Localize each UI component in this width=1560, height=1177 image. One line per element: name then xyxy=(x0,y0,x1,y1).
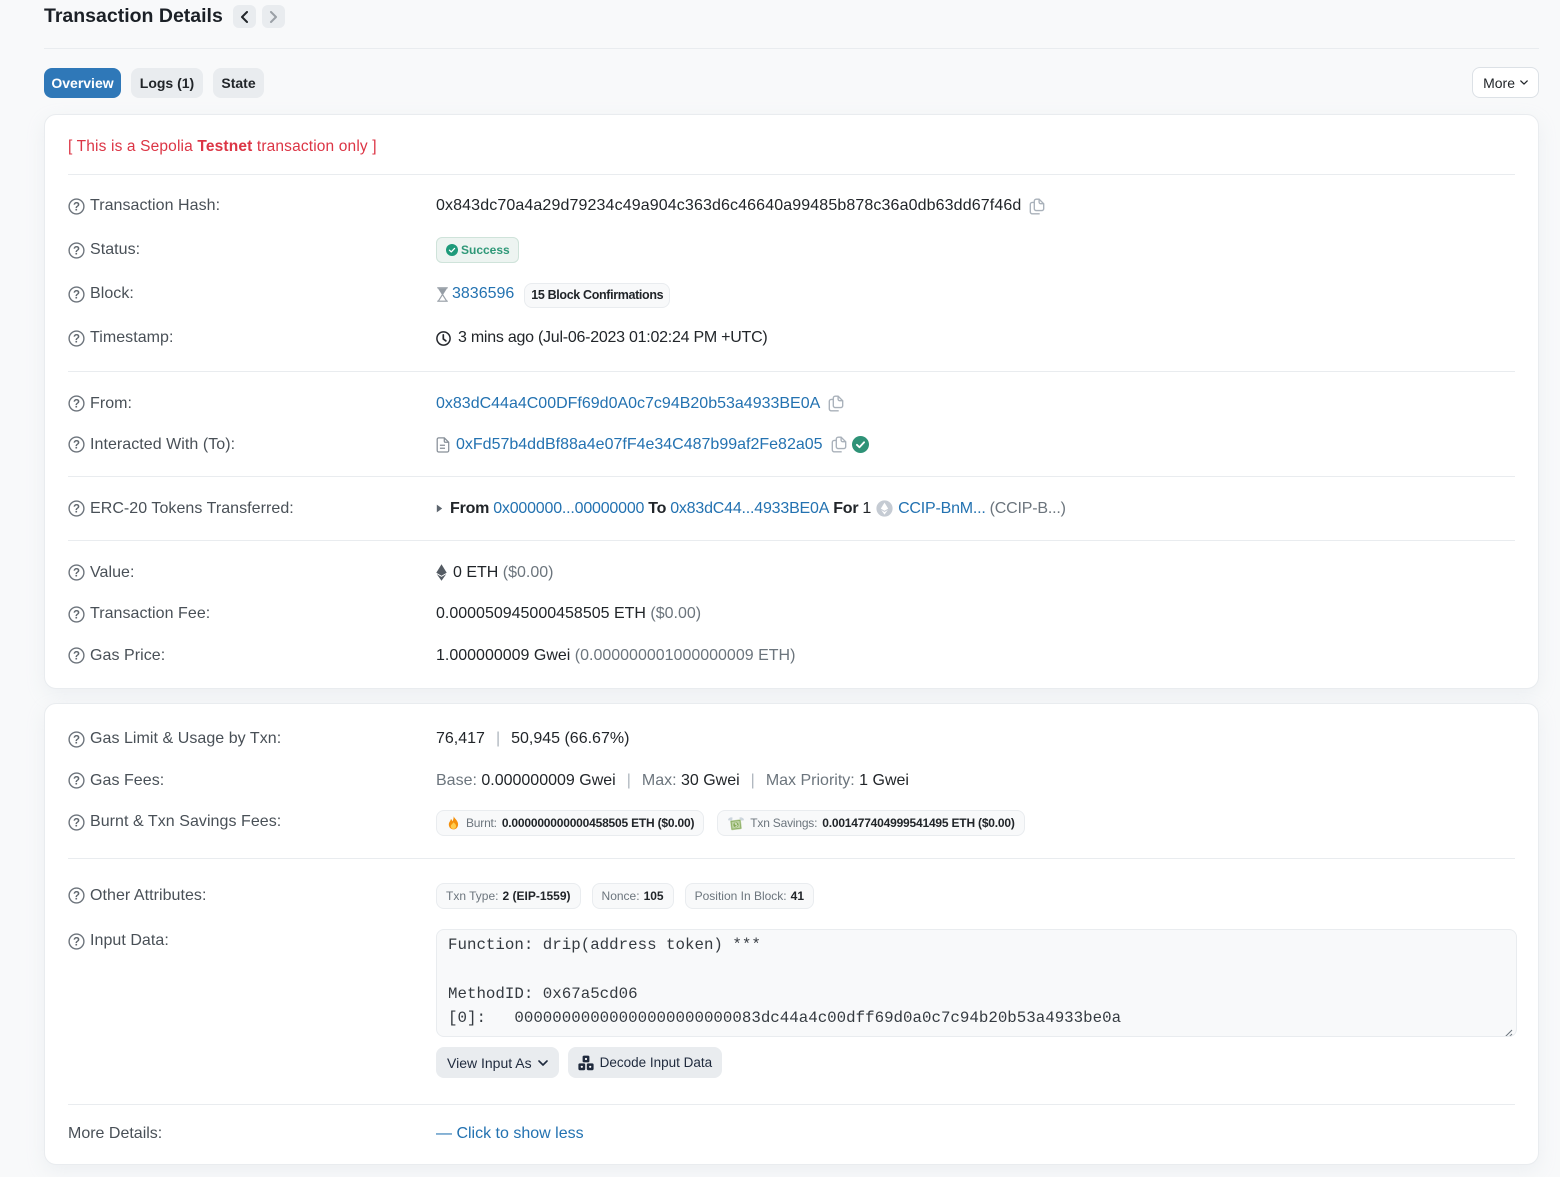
svg-text:?: ? xyxy=(73,734,80,746)
svg-text:?: ? xyxy=(73,609,80,621)
svg-text:?: ? xyxy=(73,891,80,903)
svg-text:?: ? xyxy=(73,201,80,213)
svg-text:?: ? xyxy=(73,776,80,788)
svg-text:?: ? xyxy=(73,440,80,452)
svg-text:?: ? xyxy=(73,817,80,829)
svg-text:?: ? xyxy=(73,289,80,301)
svg-text:?: ? xyxy=(73,568,80,580)
svg-text:?: ? xyxy=(73,333,80,345)
svg-text:?: ? xyxy=(73,245,80,257)
svg-text:?: ? xyxy=(73,504,80,516)
svg-text:?: ? xyxy=(73,936,80,948)
svg-text:?: ? xyxy=(73,399,80,411)
svg-text:?: ? xyxy=(73,651,80,663)
